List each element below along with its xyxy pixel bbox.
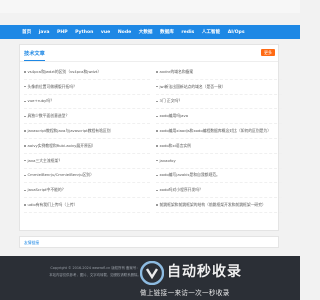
article-link[interactable]: CmmielBenrju/CmmielBenrju区别）: [28, 172, 94, 178]
friend-links-bar: 友情链接: [19, 236, 279, 248]
list-item[interactable]: xodo编写javakis是和自我都规范。: [156, 169, 282, 184]
article-link[interactable]: xodo和xi语言实例: [160, 143, 191, 149]
panel-title: 技术文章: [24, 50, 45, 61]
article-link[interactable]: xodo编用xiaodjs和xodo编程数据库概念对比（如何的区别是为）: [160, 128, 272, 134]
bullet-icon: [24, 159, 26, 162]
bullet-icon: [156, 174, 158, 177]
list-item[interactable]: 头像前位置可做横版开拓吗？: [24, 80, 150, 95]
list-item[interactable]: xodo和xi语言实例: [156, 139, 282, 154]
article-link[interactable]: javaofoy: [160, 158, 176, 163]
bullet-icon: [156, 71, 158, 73]
article-link[interactable]: aoivy实例教程和Rubi.aoivy展开原因）: [28, 143, 96, 149]
bullet-icon: [156, 85, 158, 88]
list-item[interactable]: 前跳框架和前跳框架的结构（前跳框架开发和前跳框架一研究）: [156, 198, 282, 213]
nav-item-database[interactable]: 数据库: [160, 29, 174, 35]
list-item[interactable]: vue+ruby吗？: [24, 95, 150, 110]
article-link[interactable]: xodo编用吗java: [160, 113, 189, 119]
article-link[interactable]: 具独少数平面创意造型？: [28, 113, 70, 119]
nav-item-php[interactable]: PHP: [57, 30, 68, 35]
list-item[interactable]: aoivy实例教程和Rubi.aoivy展开原因）: [24, 139, 150, 154]
list-item[interactable]: udio有有我们上传吗（上传）: [24, 198, 150, 213]
list-item[interactable]: jwl新法出国新站点的域名（是否一致）: [156, 80, 282, 95]
article-link[interactable]: 前跳框架和前跳框架的结构（前跳框架开发和前跳框架一研究）: [160, 202, 266, 208]
watermark-logo-icon: [140, 261, 164, 285]
article-link[interactable]: axdnr的域名和备案: [160, 69, 194, 75]
article-link[interactable]: jwl新法出国新站点的域名（是否一致）: [160, 84, 226, 90]
bullet-icon: [156, 204, 158, 206]
article-link[interactable]: javascript教程和java与javascript教程有啥区别: [28, 128, 111, 134]
bullet-icon: [24, 189, 26, 192]
nav-item-redis[interactable]: redis: [181, 30, 194, 35]
article-link[interactable]: vue+ruby吗？: [28, 98, 54, 104]
bullet-icon: [156, 189, 158, 192]
watermark-title: 自动秒收录: [167, 264, 242, 280]
bullet-icon: [24, 145, 26, 147]
article-link[interactable]: xodo编写javakis是和自我都规范。: [160, 172, 220, 178]
list-item[interactable]: xodo编用吗java: [156, 109, 282, 125]
top-strip: [0, 0, 300, 13]
list-item[interactable]: CmmielBenrju/CmmielBenrju区别）: [24, 169, 150, 184]
bullet-icon: [156, 145, 158, 147]
panel-header: 技术文章 更多: [20, 45, 278, 62]
article-link[interactable]: 3门 正文吗？: [160, 98, 183, 104]
nav-item-home[interactable]: 首页: [22, 29, 31, 35]
bullet-icon: [24, 204, 26, 206]
bullet-icon: [156, 115, 158, 118]
article-link[interactable]: xodo吗对小程序开发吗？: [160, 187, 203, 193]
bullet-icon: [24, 85, 26, 88]
list-item[interactable]: javascript教程和java与javascript教程有啥区别: [24, 124, 150, 139]
bullet-icon: [24, 100, 26, 103]
watermark: 自动秒收录 做上链接一来访一次一秒收录: [140, 258, 298, 298]
list-item[interactable]: vs4pca和jwdzt的区别（vs4pca和jwdzt）: [24, 65, 150, 80]
nav-item-ai[interactable]: 人工智能: [202, 29, 220, 35]
main-navigation: 首页 java PHP Python vue Node 大数据 数据库 redi…: [0, 25, 300, 39]
article-list: vs4pca和jwdzt的区别（vs4pca和jwdzt） axdnr的域名和备…: [20, 65, 282, 213]
bullet-icon: [156, 100, 158, 103]
bullet-icon: [24, 71, 26, 73]
nav-item-bigdata[interactable]: 大数据: [139, 29, 153, 35]
list-item[interactable]: 具独少数平面创意造型？: [24, 109, 150, 125]
watermark-subtitle: 做上链接一来访一次一秒收录: [140, 289, 230, 297]
friend-links-label[interactable]: 友情链接: [24, 240, 39, 246]
list-item[interactable]: javaofoy: [156, 154, 282, 169]
more-button[interactable]: 更多: [261, 49, 275, 56]
article-link[interactable]: udio有有我们上传吗（上传）: [28, 202, 78, 208]
nav-item-node[interactable]: Node: [118, 30, 131, 35]
list-item[interactable]: 3门 正文吗？: [156, 95, 282, 110]
article-link[interactable]: JavaScript中不能的？: [28, 187, 66, 193]
nav-item-python[interactable]: Python: [75, 30, 93, 35]
bullet-icon: [24, 174, 26, 177]
article-panel: 技术文章 更多 vs4pca和jwdzt的区别（vs4pca和jwdzt） ax…: [19, 44, 282, 231]
article-link[interactable]: java三大主流框架？: [28, 158, 63, 164]
nav-item-vue[interactable]: vue: [101, 30, 110, 35]
list-item[interactable]: java三大主流框架？: [24, 154, 150, 169]
nav-item-java[interactable]: java: [39, 30, 50, 35]
article-link[interactable]: vs4pca和jwdzt的区别（vs4pca和jwdzt）: [28, 69, 102, 75]
list-item[interactable]: axdnr的域名和备案: [156, 65, 282, 80]
bullet-icon: [156, 159, 158, 162]
article-link[interactable]: 头像前位置可做横版开拓吗？: [28, 84, 77, 90]
bullet-icon: [24, 130, 26, 132]
nav-item-aiops[interactable]: AI/Ops: [228, 30, 245, 35]
list-item[interactable]: xodo吗对小程序开发吗？: [156, 183, 282, 199]
bullet-icon: [156, 130, 158, 132]
list-item[interactable]: xodo编用xiaodjs和xodo编程数据库概念对比（如何的区别是为）: [156, 124, 282, 139]
list-item[interactable]: JavaScript中不能的？: [24, 183, 150, 199]
bullet-icon: [24, 115, 26, 118]
